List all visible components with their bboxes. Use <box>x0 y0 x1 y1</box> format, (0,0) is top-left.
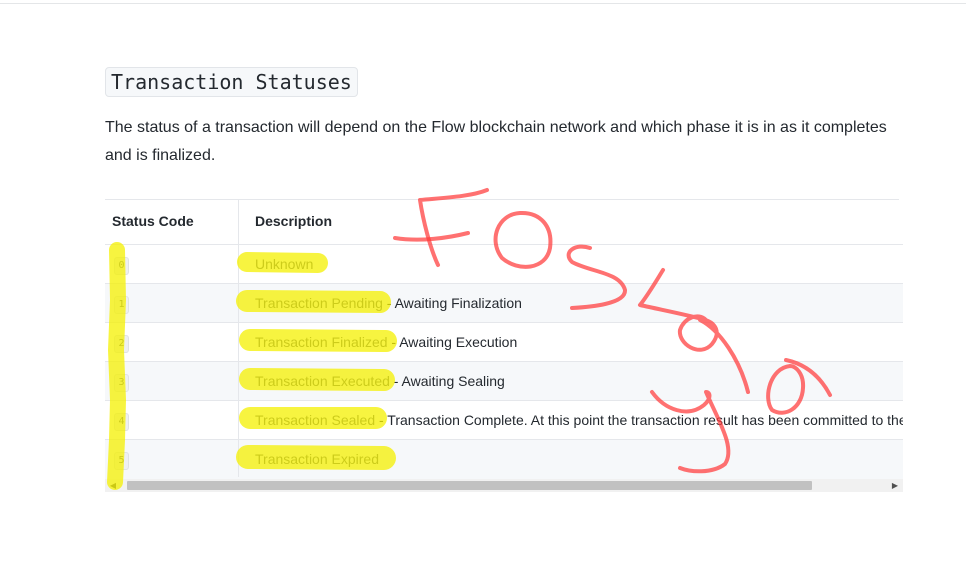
intro-line-1: The status of a transaction will depend … <box>105 119 887 136</box>
status-code-chip: 4 <box>114 413 129 431</box>
status-code-chip: 3 <box>114 374 129 392</box>
horizontal-scrollbar[interactable]: ◀ ▶ <box>105 479 903 492</box>
table-top-border <box>105 199 899 200</box>
table-row: 4 Transaction Sealed - Transaction Compl… <box>105 400 903 440</box>
status-description: Transaction Pending - Awaiting Finalizat… <box>255 284 522 323</box>
intro-paragraph: The status of a transaction will depend … <box>105 114 905 170</box>
status-table: Status Code Description 0 Unknown 1 Tran… <box>105 199 903 495</box>
status-code-chip: 5 <box>114 452 129 470</box>
arrow-left-icon[interactable]: ◀ <box>105 479 121 492</box>
arrow-right-icon[interactable]: ▶ <box>887 479 903 492</box>
table-row: 5 Transaction Expired <box>105 439 903 479</box>
status-name: Transaction Finalized <box>255 334 388 350</box>
status-description: Transaction Sealed - Transaction Complet… <box>255 401 903 440</box>
status-name: Transaction Expired <box>255 451 379 467</box>
column-divider <box>238 199 239 477</box>
table-row: 1 Transaction Pending - Awaiting Finaliz… <box>105 283 903 323</box>
status-detail: - Awaiting Execution <box>387 334 518 350</box>
status-description: Transaction Expired <box>255 440 379 479</box>
status-detail: - Awaiting Finalization <box>382 295 522 311</box>
intro-line-2: and is finalized. <box>105 147 216 164</box>
header-status-code: Status Code <box>112 213 194 229</box>
status-description: Unknown <box>255 245 313 284</box>
top-divider <box>0 3 966 4</box>
header-description: Description <box>255 213 333 229</box>
table-row: 0 Unknown <box>105 244 903 284</box>
section-heading: Transaction Statuses <box>105 67 358 97</box>
status-detail: - Transaction Complete. At this point th… <box>375 412 903 428</box>
status-code-chip: 1 <box>114 296 129 314</box>
status-name: Transaction Pending <box>255 295 383 311</box>
status-name: Transaction Sealed <box>255 412 376 428</box>
status-name: Transaction Executed <box>255 373 390 389</box>
table-row: 3 Transaction Executed - Awaiting Sealin… <box>105 361 903 401</box>
status-description: Transaction Executed - Awaiting Sealing <box>255 362 505 401</box>
status-description: Transaction Finalized - Awaiting Executi… <box>255 323 517 362</box>
status-code-chip: 2 <box>114 335 129 353</box>
status-detail: - Awaiting Sealing <box>389 373 505 389</box>
scrollbar-thumb[interactable] <box>127 481 812 490</box>
table-row: 2 Transaction Finalized - Awaiting Execu… <box>105 322 903 362</box>
status-name: Unknown <box>255 256 314 272</box>
status-code-chip: 0 <box>114 257 129 275</box>
